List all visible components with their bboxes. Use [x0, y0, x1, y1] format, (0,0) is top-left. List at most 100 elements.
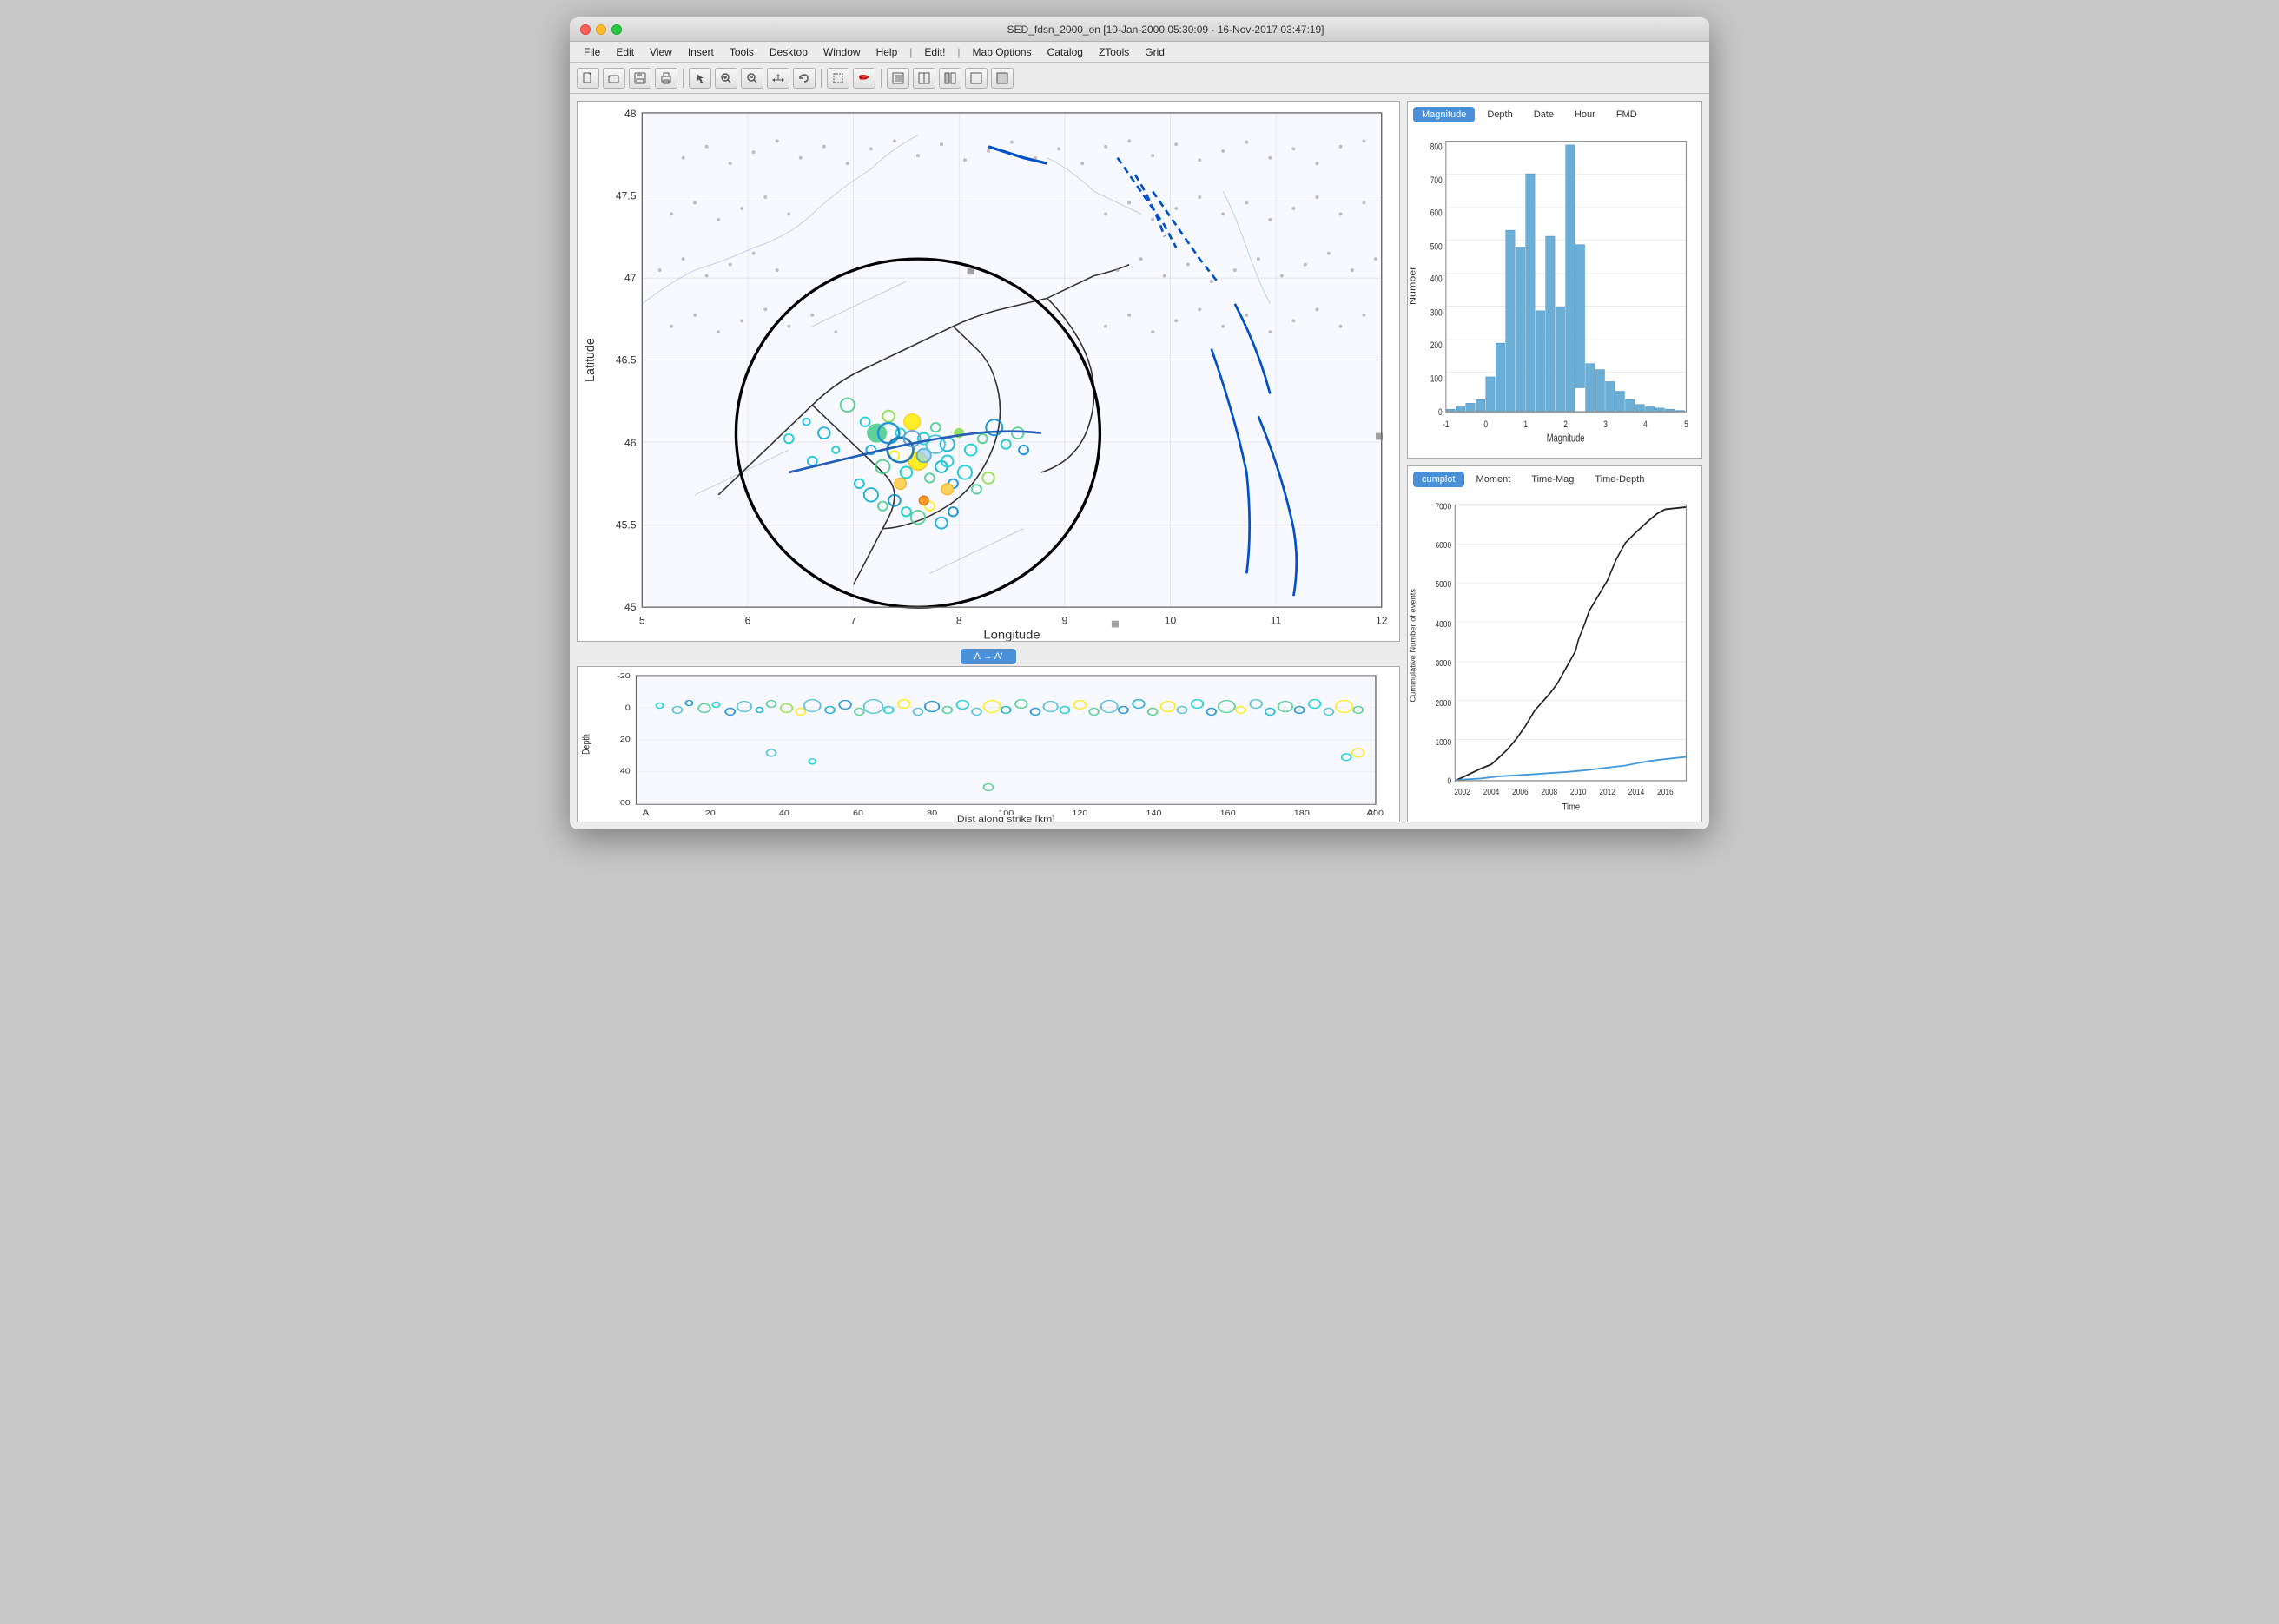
toolbar-zoom-in[interactable] [715, 68, 737, 89]
menu-edit2[interactable]: Edit! [917, 44, 952, 60]
tab-cumplot[interactable]: cumplot [1413, 472, 1464, 487]
svg-text:700: 700 [1430, 175, 1443, 186]
svg-text:40: 40 [620, 768, 631, 776]
svg-text:2010: 2010 [1570, 787, 1587, 796]
window-title: SED_fdsn_2000_on [10-Jan-2000 05:30:09 -… [632, 23, 1699, 36]
toolbar-undo[interactable] [793, 68, 816, 89]
menu-tools[interactable]: Tools [723, 44, 761, 60]
svg-text:11: 11 [1271, 615, 1282, 627]
svg-text:6000: 6000 [1436, 540, 1452, 550]
svg-text:2016: 2016 [1657, 787, 1674, 796]
svg-text:0: 0 [1447, 776, 1451, 785]
svg-text:300: 300 [1430, 307, 1443, 318]
toolbar-toggle4[interactable] [991, 68, 1014, 89]
toolbar-zoom-out[interactable] [741, 68, 763, 89]
menu-window[interactable]: Window [816, 44, 868, 60]
tab-date[interactable]: Date [1525, 107, 1562, 122]
svg-text:0: 0 [1438, 407, 1443, 418]
menu-view[interactable]: View [643, 44, 679, 60]
svg-text:A: A [642, 809, 650, 818]
svg-text:7: 7 [850, 615, 856, 627]
toolbar-cursor[interactable] [689, 68, 711, 89]
svg-text:4: 4 [1643, 419, 1648, 430]
svg-text:400: 400 [1430, 274, 1443, 285]
tab-hour[interactable]: Hour [1566, 107, 1604, 122]
toolbar-sep2 [821, 69, 822, 88]
toolbar-new[interactable] [577, 68, 599, 89]
svg-text:2004: 2004 [1483, 787, 1500, 796]
toolbar-pan[interactable] [767, 68, 789, 89]
svg-text:2012: 2012 [1599, 787, 1615, 796]
toolbar-open[interactable] [603, 68, 625, 89]
tab-magnitude[interactable]: Magnitude [1413, 107, 1475, 122]
svg-text:100: 100 [1430, 373, 1443, 384]
svg-text:46: 46 [624, 437, 637, 449]
svg-text:45: 45 [624, 601, 637, 613]
svg-text:A': A' [1366, 809, 1375, 818]
tab-moment[interactable]: Moment [1468, 472, 1520, 487]
svg-text:Depth: Depth [580, 734, 592, 755]
svg-text:12: 12 [1376, 615, 1388, 627]
cross-section-button[interactable]: A → A' [961, 649, 1017, 664]
svg-text:3: 3 [1603, 419, 1608, 430]
svg-text:3000: 3000 [1436, 658, 1452, 668]
svg-text:Magnitude: Magnitude [1547, 433, 1585, 446]
menu-desktop[interactable]: Desktop [763, 44, 815, 60]
svg-text:Latitude: Latitude [584, 338, 598, 382]
svg-text:-1: -1 [1443, 419, 1449, 430]
toolbar-save[interactable] [629, 68, 651, 89]
menubar: File Edit View Insert Tools Desktop Wind… [570, 42, 1709, 63]
titlebar: SED_fdsn_2000_on [10-Jan-2000 05:30:09 -… [570, 17, 1709, 42]
right-panel: Magnitude Depth Date Hour FMD [1407, 101, 1702, 822]
menu-catalog[interactable]: Catalog [1040, 44, 1090, 60]
svg-text:Time: Time [1562, 802, 1581, 812]
tab-fmd[interactable]: FMD [1608, 107, 1646, 122]
tab-time-depth[interactable]: Time-Depth [1586, 472, 1653, 487]
svg-text:2006: 2006 [1512, 787, 1529, 796]
menu-map-options[interactable]: Map Options [966, 44, 1039, 60]
toolbar-toggle3[interactable] [965, 68, 988, 89]
svg-text:Cummulative Number of events: Cummulative Number of events [1409, 588, 1417, 702]
menu-sep1: | [909, 46, 912, 58]
svg-text:500: 500 [1430, 241, 1443, 252]
map-container[interactable]: 45 45.5 46 46.5 47 47.5 48 48.5 5 6 7 [577, 101, 1400, 642]
maximize-button[interactable] [611, 24, 622, 35]
menu-ztools[interactable]: ZTools [1092, 44, 1136, 60]
menu-help[interactable]: Help [869, 44, 905, 60]
svg-text:46.5: 46.5 [616, 354, 637, 366]
menu-sep2: | [957, 46, 960, 58]
svg-text:2: 2 [1563, 419, 1568, 430]
svg-text:60: 60 [853, 809, 863, 817]
svg-text:9: 9 [1061, 615, 1067, 627]
svg-text:40: 40 [779, 809, 789, 817]
svg-text:2008: 2008 [1542, 787, 1558, 796]
histogram-panel: Magnitude Depth Date Hour FMD [1407, 101, 1702, 459]
toolbar-print[interactable] [655, 68, 677, 89]
svg-text:800: 800 [1430, 142, 1443, 152]
minimize-button[interactable] [596, 24, 606, 35]
svg-text:1: 1 [1523, 419, 1528, 430]
svg-text:4000: 4000 [1436, 619, 1452, 629]
toolbar-select-rect[interactable] [827, 68, 849, 89]
toolbar-export[interactable] [887, 68, 909, 89]
menu-grid[interactable]: Grid [1138, 44, 1172, 60]
toolbar-toggle1[interactable] [913, 68, 935, 89]
tab-depth[interactable]: Depth [1478, 107, 1521, 122]
svg-text:5000: 5000 [1436, 579, 1452, 589]
svg-text:60: 60 [620, 800, 631, 808]
svg-text:20: 20 [705, 809, 716, 817]
menu-file[interactable]: File [577, 44, 607, 60]
tab-time-mag[interactable]: Time-Mag [1523, 472, 1582, 487]
menu-insert[interactable]: Insert [681, 44, 721, 60]
close-button[interactable] [580, 24, 591, 35]
svg-text:600: 600 [1430, 208, 1443, 219]
left-panel: 45 45.5 46 46.5 47 47.5 48 48.5 5 6 7 [577, 101, 1400, 822]
menu-edit[interactable]: Edit [609, 44, 641, 60]
svg-text:1000: 1000 [1436, 737, 1452, 747]
toolbar-toggle2[interactable] [939, 68, 961, 89]
svg-text:47.5: 47.5 [616, 190, 637, 202]
toolbar-draw[interactable]: ✏ [853, 68, 875, 89]
svg-text:Longitude: Longitude [983, 629, 1040, 641]
toolbar: ✏ [570, 63, 1709, 94]
svg-text:2002: 2002 [1454, 787, 1470, 796]
